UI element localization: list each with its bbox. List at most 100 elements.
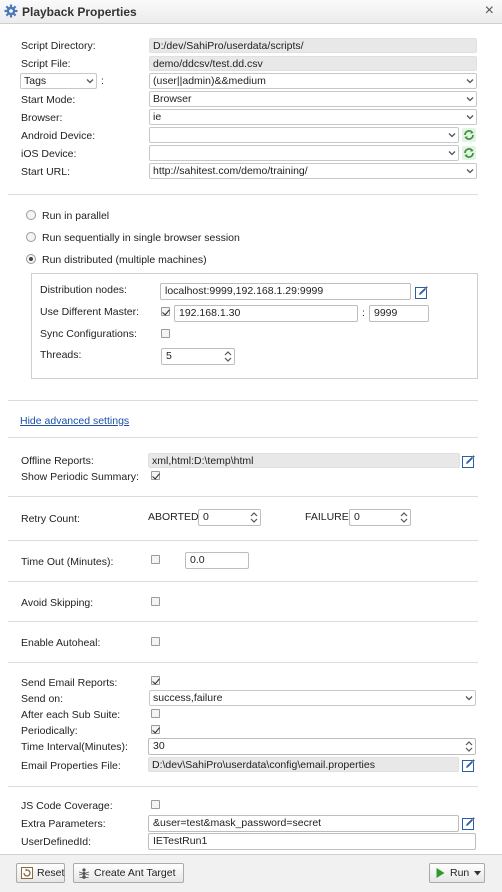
- chevron-down-icon: [466, 97, 474, 102]
- script-directory-field[interactable]: D:/dev/SahiPro/userdata/scripts/: [149, 38, 477, 53]
- retry-failure-value: 0: [354, 511, 360, 523]
- play-icon: [436, 868, 445, 878]
- refresh-android-icon[interactable]: [462, 128, 476, 142]
- run-distributed-radio[interactable]: [26, 254, 36, 264]
- run-sequential-label: Run sequentially in single browser sessi…: [42, 232, 240, 244]
- browser-select[interactable]: ie: [149, 109, 477, 125]
- run-parallel-radio[interactable]: [26, 210, 36, 220]
- close-icon[interactable]: ×: [485, 3, 494, 19]
- create-ant-target-button[interactable]: Create Ant Target: [73, 863, 184, 883]
- divider: [8, 194, 478, 195]
- edit-nodes-icon[interactable]: [415, 285, 429, 299]
- chevron-down-icon: [466, 115, 474, 120]
- send-email-reports-label: Send Email Reports:: [21, 677, 118, 689]
- master-colon: :: [362, 307, 365, 319]
- create-ant-target-label: Create Ant Target: [94, 867, 176, 879]
- time-out-checkbox[interactable]: [151, 555, 160, 564]
- android-device-select[interactable]: [149, 127, 459, 143]
- js-code-coverage-label: JS Code Coverage:: [21, 800, 113, 812]
- time-out-input[interactable]: 0.0: [185, 552, 249, 569]
- tags-select-value: Tags: [24, 75, 47, 87]
- spinner-arrows-icon[interactable]: [223, 349, 233, 364]
- avoid-skipping-checkbox[interactable]: [151, 597, 160, 606]
- user-defined-id-label: UserDefinedId:: [21, 836, 92, 848]
- show-periodic-summary-checkbox[interactable]: [151, 471, 160, 480]
- after-each-sub-suite-checkbox[interactable]: [151, 709, 160, 718]
- threads-label: Threads:: [40, 349, 82, 361]
- use-different-master-label: Use Different Master:: [40, 306, 140, 318]
- offline-reports-label: Offline Reports:: [21, 455, 94, 467]
- tags-colon: :: [101, 75, 104, 87]
- edit-offline-reports-icon[interactable]: [462, 454, 476, 468]
- footer-toolbar: Reset Create Ant Target Run: [0, 854, 502, 892]
- chevron-down-icon: [448, 151, 456, 156]
- divider: [8, 437, 478, 438]
- threads-stepper[interactable]: 5: [161, 348, 235, 365]
- script-file-field[interactable]: demo/ddcsv/test.dd.csv: [149, 56, 477, 71]
- periodically-checkbox[interactable]: [151, 725, 160, 734]
- tags-expression-input[interactable]: (user||admin)&&medium: [149, 73, 477, 89]
- time-out-label: Time Out (Minutes):: [21, 556, 114, 568]
- gear-icon: [4, 4, 18, 18]
- retry-count-label: Retry Count:: [21, 513, 80, 525]
- browser-value: ie: [153, 111, 162, 123]
- run-label: Run: [450, 867, 470, 879]
- script-file-label: Script File:: [21, 58, 71, 70]
- chevron-down-icon: [86, 79, 94, 84]
- periodically-label: Periodically:: [21, 725, 78, 737]
- enable-autoheal-label: Enable Autoheal:: [21, 637, 101, 649]
- chevron-down-icon: [466, 79, 474, 84]
- window-title: Playback Properties: [22, 5, 137, 19]
- extra-parameters-input[interactable]: &user=test&mask_password=secret: [148, 815, 459, 832]
- divider: [8, 496, 478, 497]
- divider: [8, 581, 478, 582]
- enable-autoheal-checkbox[interactable]: [151, 637, 160, 646]
- run-button[interactable]: Run: [429, 863, 485, 883]
- start-mode-value: Browser: [153, 93, 192, 105]
- refresh-ios-icon[interactable]: [462, 146, 476, 160]
- email-properties-field[interactable]: D:\dev\SahiPro\userdata\config\email.pro…: [148, 757, 459, 772]
- distribution-nodes-input[interactable]: localhost:9999,192.168.1.29:9999: [160, 283, 411, 300]
- user-defined-id-input[interactable]: IETestRun1: [148, 833, 476, 850]
- time-interval-stepper[interactable]: 30: [148, 738, 476, 755]
- start-mode-select[interactable]: Browser: [149, 91, 477, 107]
- browser-label: Browser:: [21, 112, 63, 124]
- ios-device-select[interactable]: [149, 145, 459, 161]
- master-host-input[interactable]: 192.168.1.30: [174, 305, 358, 322]
- start-url-select[interactable]: http://sahitest.com/demo/training/: [149, 163, 477, 179]
- ant-icon: [78, 868, 90, 879]
- divider: [8, 662, 478, 663]
- divider: [8, 786, 478, 787]
- divider: [8, 540, 478, 541]
- sync-configurations-checkbox[interactable]: [161, 329, 170, 338]
- spinner-arrows-icon[interactable]: [399, 510, 409, 525]
- start-mode-label: Start Mode:: [21, 94, 76, 106]
- start-url-label: Start URL:: [21, 166, 71, 178]
- retry-failure-stepper[interactable]: 0: [349, 509, 411, 526]
- hide-advanced-settings-link[interactable]: Hide advanced settings: [20, 415, 129, 427]
- send-email-reports-checkbox[interactable]: [151, 676, 160, 685]
- run-sequential-radio[interactable]: [26, 232, 36, 242]
- retry-aborted-stepper[interactable]: 0: [198, 509, 261, 526]
- show-periodic-summary-label: Show Periodic Summary:: [21, 471, 139, 483]
- send-on-select[interactable]: success,failure: [149, 690, 476, 706]
- spinner-arrows-icon[interactable]: [464, 739, 474, 754]
- master-port-input[interactable]: 9999: [369, 305, 429, 322]
- edit-email-properties-icon[interactable]: [462, 758, 476, 772]
- chevron-down-icon[interactable]: [474, 871, 481, 876]
- start-url-value: http://sahitest.com/demo/training/: [153, 165, 308, 177]
- edit-extra-parameters-icon[interactable]: [462, 816, 476, 830]
- extra-parameters-label: Extra Parameters:: [21, 818, 106, 830]
- sync-configurations-label: Sync Configurations:: [40, 328, 137, 340]
- ios-device-label: iOS Device:: [21, 148, 77, 160]
- tags-select[interactable]: Tags: [20, 73, 97, 89]
- retry-aborted-value: 0: [203, 511, 209, 523]
- use-different-master-checkbox[interactable]: [161, 307, 170, 316]
- offline-reports-field[interactable]: xml,html:D:\temp\html: [148, 453, 460, 468]
- divider: [8, 400, 478, 401]
- chevron-down-icon: [466, 169, 474, 174]
- send-on-value: success,failure: [153, 692, 223, 704]
- js-code-coverage-checkbox[interactable]: [151, 800, 160, 809]
- spinner-arrows-icon[interactable]: [249, 510, 259, 525]
- reset-button[interactable]: Reset: [16, 863, 65, 883]
